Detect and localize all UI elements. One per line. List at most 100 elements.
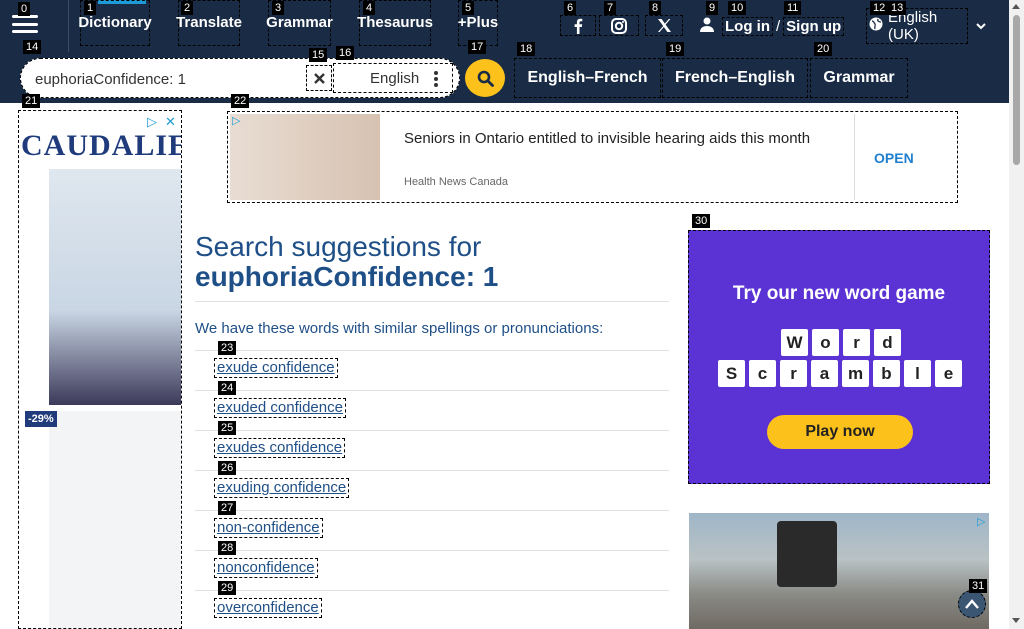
quick-english-french[interactable]: English–French: [514, 58, 661, 98]
ad-product-image: [49, 169, 181, 405]
close-ad-icon[interactable]: ✕: [165, 114, 176, 130]
element-badge: 14: [23, 40, 42, 54]
scroll-up-arrow[interactable]: [1012, 4, 1020, 9]
element-badge: 25: [218, 421, 237, 435]
ad-open-button[interactable]: OPEN: [874, 150, 914, 166]
clear-search-button[interactable]: [306, 65, 332, 91]
element-badge: 11: [784, 1, 802, 15]
letter-tile: e: [935, 360, 962, 387]
element-badge: 29: [218, 581, 237, 595]
letter-tile: W: [781, 329, 808, 356]
element-badge: 12: [870, 1, 889, 15]
x-twitter-icon[interactable]: [645, 15, 683, 36]
ad-source: Health News Canada: [404, 176, 508, 188]
element-badge: 28: [218, 541, 237, 555]
element-badge: 1: [84, 1, 97, 15]
letter-tile: m: [842, 360, 869, 387]
page-title-prefix: Search suggestions for: [195, 231, 482, 262]
element-badge: 31: [969, 579, 988, 593]
element-badge: 19: [666, 42, 685, 56]
facebook-icon[interactable]: [560, 15, 596, 36]
page-title: Search suggestions for euphoriaConfidenc…: [195, 232, 498, 292]
search-language-select[interactable]: English: [333, 63, 453, 93]
divider: [195, 550, 669, 551]
element-badge: 7: [604, 1, 617, 15]
top-bar: Dictionary Translate Grammar Thesaurus +…: [0, 0, 1009, 52]
site-language-select[interactable]: English (UK): [866, 7, 986, 44]
suggestion-link[interactable]: exudes confidence: [214, 438, 346, 458]
auth-links: Log in / Sign up: [700, 16, 845, 36]
banner-ad[interactable]: Seniors in Ontario entitled to invisible…: [227, 111, 958, 203]
element-badge: 30: [692, 214, 711, 228]
element-badge: 4: [363, 1, 376, 15]
ad-image: [230, 114, 380, 200]
suggestion-link[interactable]: overconfidence: [214, 598, 322, 618]
adchoices-icon[interactable]: ▷: [977, 515, 985, 528]
play-now-button[interactable]: Play now: [767, 415, 913, 449]
element-badge: 22: [231, 94, 250, 108]
divider: [195, 510, 669, 511]
scroll-down-arrow[interactable]: [1012, 618, 1020, 623]
element-badge: 16: [336, 46, 355, 60]
search-language-label: English: [370, 69, 420, 87]
letter-tile: r: [780, 360, 807, 387]
suggestions-intro: We have these words with similar spellin…: [195, 320, 604, 337]
element-badge: 3: [272, 1, 285, 15]
login-link[interactable]: Log in: [722, 16, 773, 36]
letter-tile: b: [873, 360, 900, 387]
element-badge: 2: [181, 1, 194, 15]
divider: [195, 350, 669, 351]
video-ad[interactable]: ▷: [689, 513, 989, 629]
letter-tile: r: [843, 329, 870, 356]
letter-tile: c: [749, 360, 776, 387]
auth-separator: /: [776, 17, 781, 35]
globe-icon: [869, 17, 883, 35]
ad-video-frame: [777, 521, 837, 587]
search-input[interactable]: [35, 67, 305, 91]
adchoices-icon[interactable]: ▷: [147, 114, 157, 130]
element-badge: 13: [888, 1, 907, 15]
scrollbar-thumb[interactable]: [1013, 15, 1020, 165]
letter-tile: S: [718, 360, 745, 387]
letter-tile: o: [812, 329, 839, 356]
ad-headline[interactable]: Seniors in Ontario entitled to invisible…: [404, 128, 824, 150]
suggestion-link[interactable]: nonconfidence: [214, 558, 318, 578]
left-sidebar-ad[interactable]: ▷ ✕ CAUDALIE -29%: [18, 110, 182, 629]
signup-link[interactable]: Sign up: [783, 16, 845, 36]
chevron-up-icon: [965, 599, 979, 609]
divider: [195, 430, 669, 431]
ad-divider: [854, 114, 855, 200]
chevron-down-icon: [976, 17, 986, 34]
element-badge: 23: [218, 341, 237, 355]
ad-product-image-2: [49, 411, 181, 628]
user-icon: [700, 17, 714, 36]
element-badge: 8: [649, 1, 662, 15]
letter-tile: a: [811, 360, 838, 387]
suggestion-link[interactable]: exuding confidence: [214, 478, 350, 498]
quick-french-english[interactable]: French–English: [662, 58, 808, 98]
divider: [195, 590, 669, 591]
more-options-icon: [434, 71, 438, 87]
search-button[interactable]: [465, 59, 505, 97]
letter-tile: l: [904, 360, 931, 387]
element-badge: 0: [18, 2, 31, 16]
instagram-icon[interactable]: [599, 15, 639, 36]
element-badge: 9: [706, 1, 719, 15]
back-to-top-button[interactable]: [958, 590, 986, 618]
search-box: English: [20, 58, 460, 98]
page-title-query: euphoriaConfidence: 1: [195, 261, 499, 292]
adchoices-icon[interactable]: ▷: [232, 114, 240, 127]
element-badge: 21: [22, 94, 41, 108]
divider: [195, 470, 669, 471]
divider: [195, 301, 669, 302]
element-badge: 17: [468, 40, 487, 54]
divider: [195, 390, 669, 391]
quick-grammar[interactable]: Grammar: [810, 58, 908, 98]
suggestion-link[interactable]: exude confidence: [214, 358, 338, 378]
suggestion-link[interactable]: non-confidence: [214, 518, 323, 538]
nav-divider: [68, 0, 69, 52]
element-badge: 15: [309, 48, 328, 62]
page-scrollbar[interactable]: [1009, 0, 1024, 629]
suggestion-link[interactable]: exuded confidence: [214, 398, 346, 418]
word-game-ad[interactable]: Try our new word game W o r d S c r a m …: [688, 230, 990, 484]
